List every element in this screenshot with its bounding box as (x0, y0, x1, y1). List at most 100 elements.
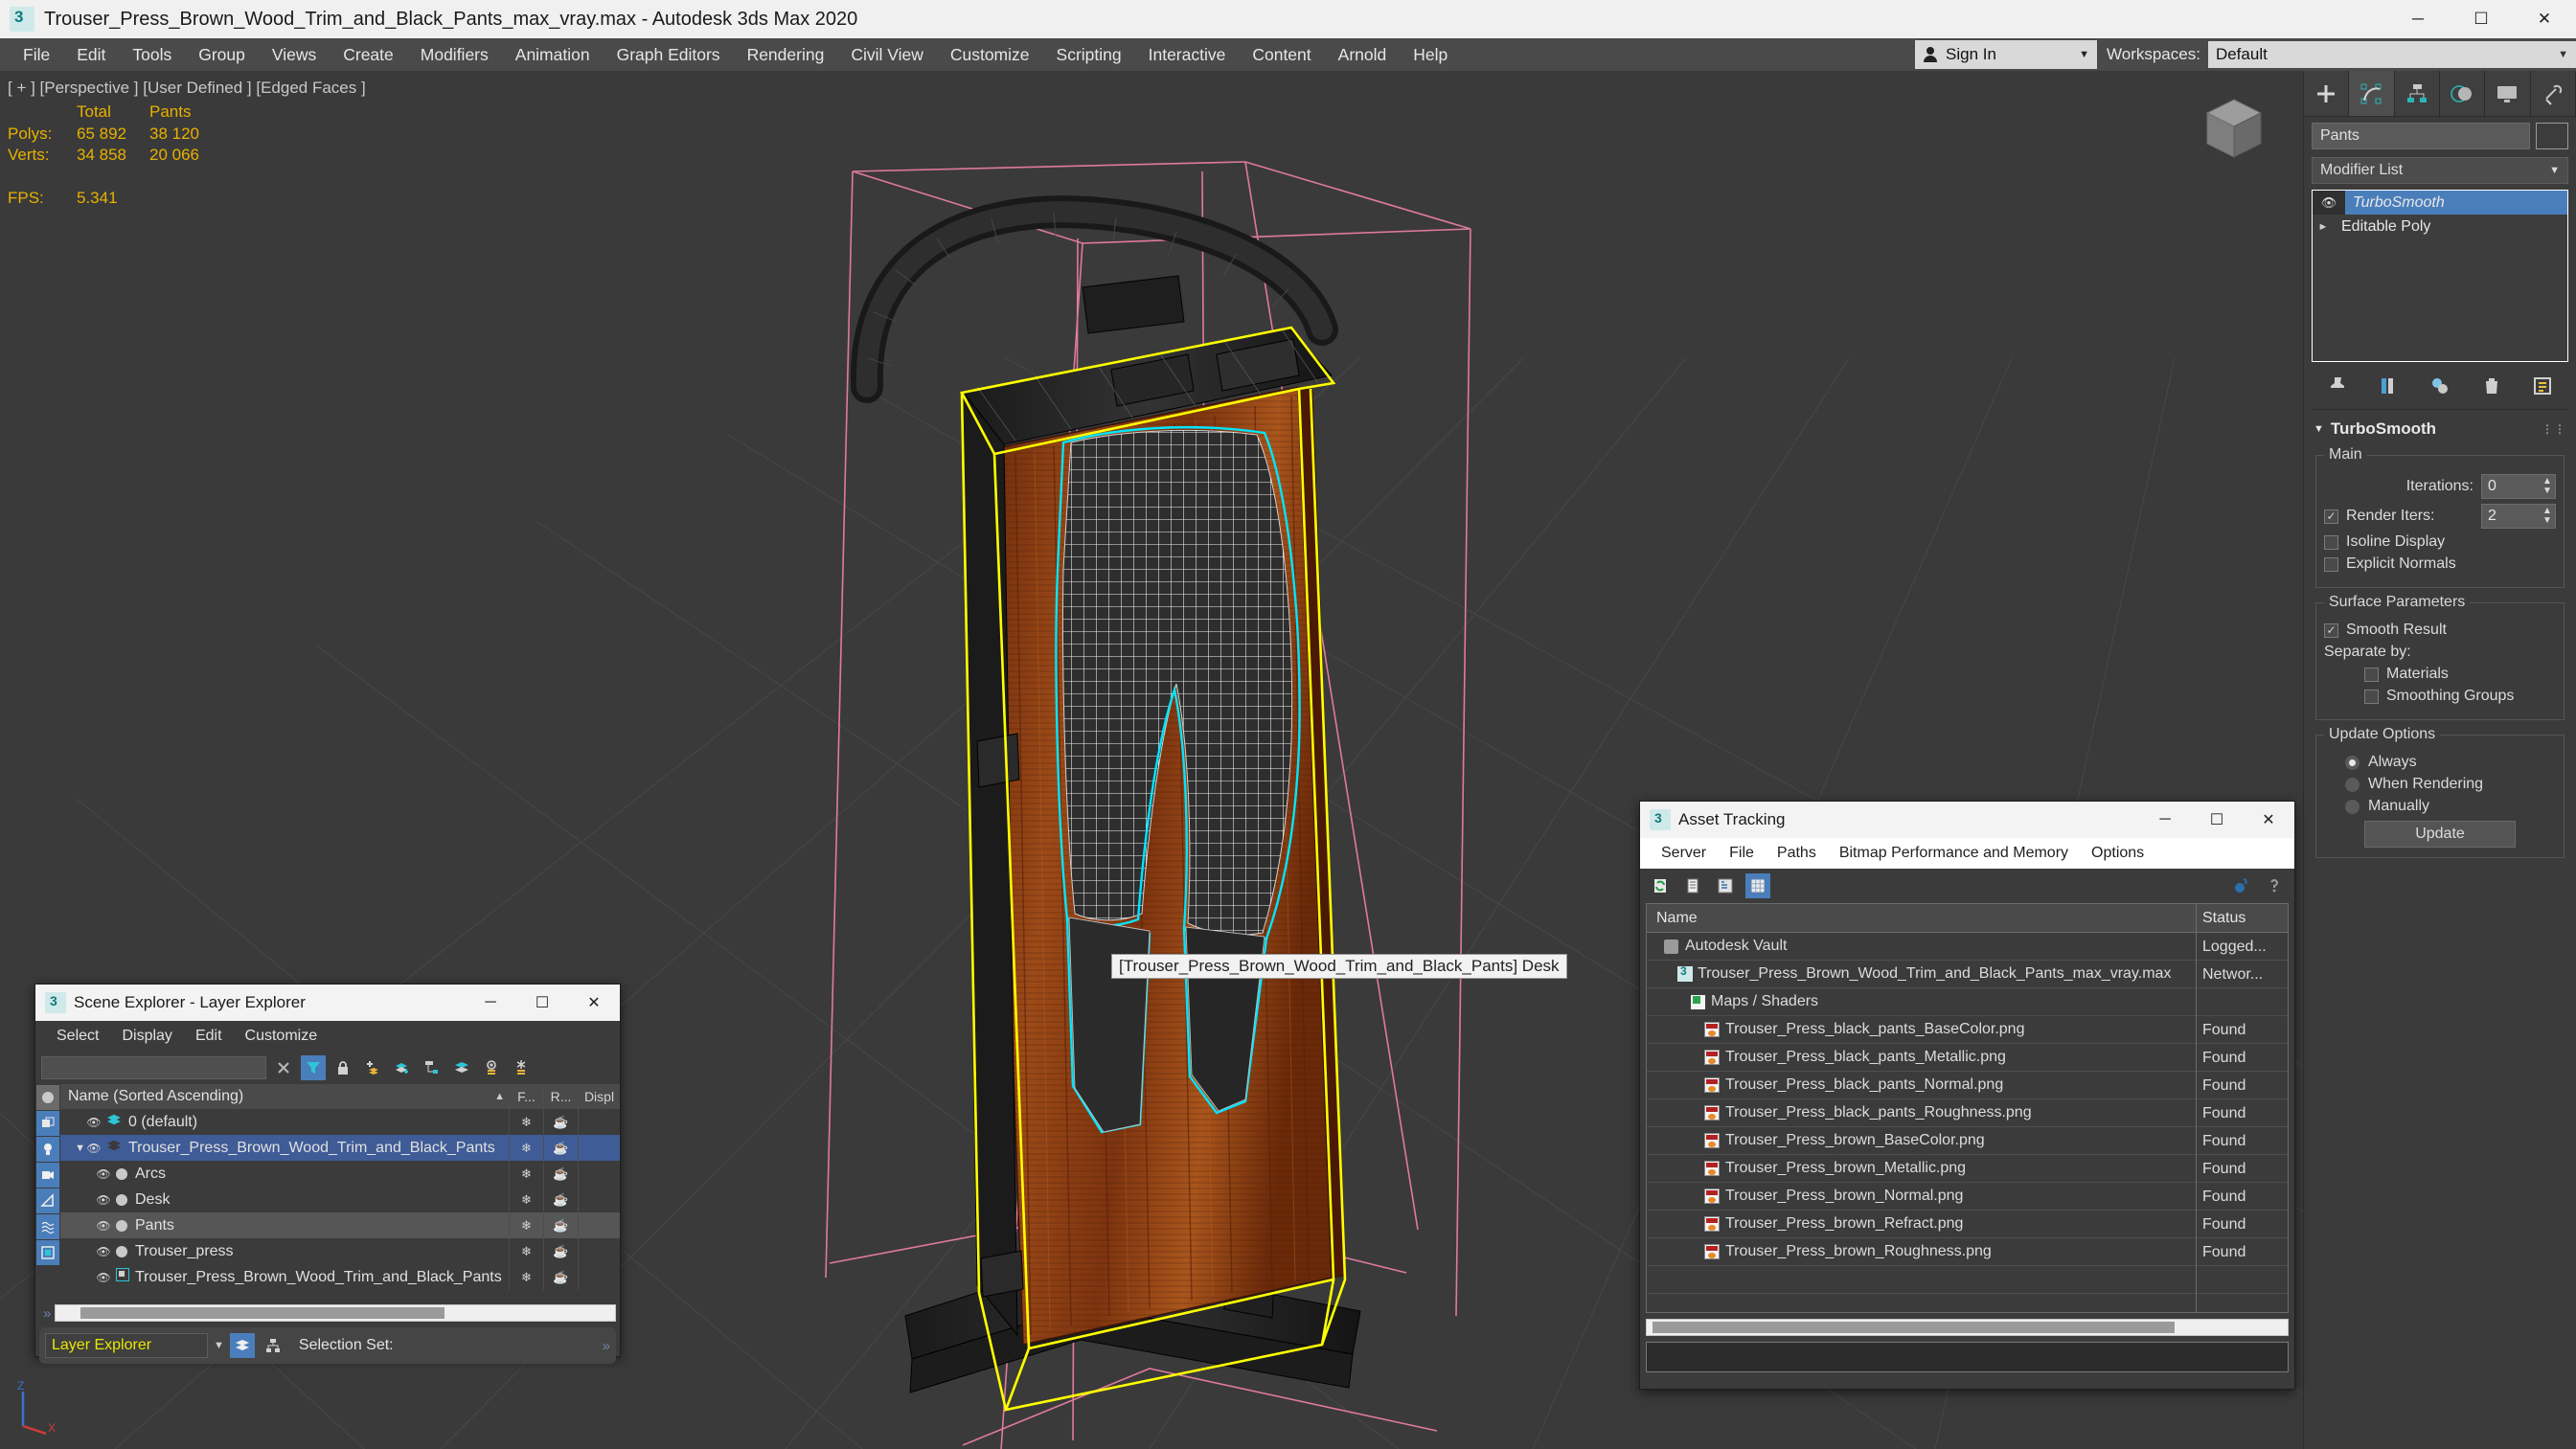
explicit-normals-row[interactable]: Explicit Normals (2324, 555, 2556, 573)
display-cell[interactable] (578, 1187, 620, 1212)
frozen-cell-icon[interactable]: ❄ (509, 1187, 543, 1212)
frozen-cell-icon[interactable]: ❄ (509, 1238, 543, 1264)
tree-row-trouser-press[interactable]: 👁 Trouser_press ❄ ☕ (60, 1238, 620, 1264)
horizontal-scrollbar[interactable] (55, 1304, 616, 1322)
render-iters-spinner[interactable]: 2 ▲ ▼ (2481, 504, 2556, 529)
render-cell-icon[interactable]: ☕ (543, 1109, 578, 1135)
menu-file[interactable]: File (1718, 843, 1766, 864)
materials-checkbox[interactable] (2364, 667, 2379, 682)
menu-customize[interactable]: Customize (937, 41, 1043, 69)
menu-civil-view[interactable]: Civil View (837, 41, 937, 69)
column-header-status[interactable]: Status (2196, 904, 2288, 933)
make-unique-icon[interactable] (2428, 374, 2451, 402)
column-header-frozen[interactable]: F... (509, 1084, 543, 1110)
expand-handle-icon[interactable]: » (39, 1305, 55, 1322)
filter-helpers-icon[interactable] (36, 1189, 59, 1213)
menu-group[interactable]: Group (185, 41, 259, 69)
spinner-arrows-icon[interactable]: ▲ ▼ (2540, 477, 2555, 496)
explorer-mode-combo[interactable]: Layer Explorer (45, 1333, 208, 1358)
eye-icon[interactable]: 👁 (95, 1245, 112, 1258)
frozen-cell-icon[interactable]: ❄ (509, 1135, 543, 1161)
display-cell[interactable] (578, 1238, 620, 1264)
asset-row-texture[interactable]: Trouser_Press_brown_BaseColor.png Found (1647, 1126, 2288, 1155)
scene-explorer-tree[interactable]: Name (Sorted Ascending) ▲ F... R... Disp… (60, 1084, 620, 1302)
render-cell-icon[interactable]: ☕ (543, 1187, 578, 1212)
menu-help[interactable]: Help (1400, 41, 1461, 69)
eye-icon[interactable]: 👁 (2313, 191, 2345, 215)
hierarchy-tab[interactable] (2394, 71, 2440, 116)
expander-icon[interactable]: ► (2313, 221, 2334, 233)
display-tab[interactable] (2485, 71, 2531, 116)
grid-view-icon[interactable] (1745, 873, 1770, 898)
isoline-display-row[interactable]: Isoline Display (2324, 533, 2556, 551)
display-cell[interactable] (578, 1264, 620, 1290)
rollup-header[interactable]: ▼ TurboSmooth ⋮⋮ (2310, 418, 2570, 441)
render-cell-icon[interactable]: ☕ (543, 1135, 578, 1161)
modifier-stack-item-editable-poly[interactable]: ► Editable Poly (2313, 215, 2567, 238)
column-header-display[interactable]: Displ (578, 1084, 620, 1110)
display-cell[interactable] (578, 1161, 620, 1187)
eye-icon[interactable]: 👁 (95, 1193, 112, 1207)
menu-interactive[interactable]: Interactive (1135, 41, 1240, 69)
maximize-button[interactable]: ☐ (516, 985, 568, 1021)
tree-row-layer-default[interactable]: 👁 0 (default) ❄ ☕ (60, 1109, 620, 1135)
render-cell-icon[interactable]: ☕ (543, 1161, 578, 1187)
asset-row-maps-shaders[interactable]: Maps / Shaders (1647, 987, 2288, 1016)
eye-icon[interactable]: 👁 (85, 1142, 103, 1155)
asset-row-autodesk-vault[interactable]: Autodesk Vault Logged... (1647, 932, 2288, 961)
scrollbar-thumb[interactable] (80, 1307, 445, 1319)
smoothing-groups-checkbox[interactable] (2364, 689, 2379, 704)
display-cell[interactable] (578, 1135, 620, 1161)
refresh-icon[interactable] (1648, 873, 1673, 898)
update-option-manually[interactable]: Manually (2324, 798, 2556, 815)
hide-icon[interactable] (479, 1055, 504, 1080)
frozen-cell-icon[interactable]: ❄ (509, 1109, 543, 1135)
modifier-stack-item-turbosmooth[interactable]: 👁 TurboSmooth (2313, 191, 2567, 215)
menu-options[interactable]: Options (2080, 843, 2155, 864)
object-name-field[interactable]: Pants (2312, 123, 2530, 149)
minimize-button[interactable]: ─ (2139, 802, 2191, 838)
asset-row-texture[interactable]: Trouser_Press_black_pants_Normal.png Fou… (1647, 1071, 2288, 1099)
view-cube[interactable] (2194, 90, 2274, 170)
minimize-button[interactable]: ─ (465, 985, 516, 1021)
asset-tracking-table[interactable]: Name Status Autodesk Vault Logged... Tro… (1646, 903, 2289, 1313)
menu-views[interactable]: Views (259, 41, 330, 69)
scene-explorer-mode-icon[interactable] (261, 1333, 285, 1358)
menu-arnold[interactable]: Arnold (1325, 41, 1401, 69)
render-cell-icon[interactable]: ☕ (543, 1212, 578, 1238)
column-header-name[interactable]: Name (1647, 910, 2196, 927)
minimize-button[interactable]: ─ (2386, 0, 2450, 38)
asset-status-field[interactable] (1646, 1342, 2289, 1372)
show-end-result-icon[interactable] (2377, 374, 2400, 402)
asset-row-texture[interactable]: Trouser_Press_brown_Normal.png Found (1647, 1182, 2288, 1211)
list-view-icon[interactable] (1680, 873, 1705, 898)
expander-icon[interactable]: ▼ (60, 1143, 85, 1154)
asset-row-texture[interactable]: Trouser_Press_black_pants_BaseColor.png … (1647, 1015, 2288, 1044)
menu-modifiers[interactable]: Modifiers (407, 41, 502, 69)
filter-icon[interactable] (301, 1055, 326, 1080)
add-selection-to-layer-icon[interactable] (390, 1055, 415, 1080)
menu-content[interactable]: Content (1239, 41, 1324, 69)
asset-row-texture[interactable]: Trouser_Press_black_pants_Metallic.png F… (1647, 1043, 2288, 1072)
explicit-normals-checkbox[interactable] (2324, 556, 2338, 572)
render-iters-checkbox[interactable]: ✓ (2324, 509, 2338, 524)
select-child-nodes-icon[interactable] (420, 1055, 445, 1080)
frozen-cell-icon[interactable]: ❄ (509, 1212, 543, 1238)
asset-horizontal-scrollbar[interactable] (1646, 1319, 2289, 1336)
render-cell-icon[interactable]: ☕ (543, 1238, 578, 1264)
scene-explorer-window[interactable]: Scene Explorer - Layer Explorer ─ ☐ ✕ Se… (34, 984, 621, 1364)
search-input[interactable] (41, 1056, 266, 1079)
menu-tools[interactable]: Tools (119, 41, 185, 69)
tree-row-arcs[interactable]: 👁 Arcs ❄ ☕ (60, 1161, 620, 1187)
column-header-name[interactable]: Name (Sorted Ascending) (60, 1088, 494, 1105)
freeze-icon[interactable] (509, 1055, 534, 1080)
asset-row-max-file[interactable]: Trouser_Press_Brown_Wood_Trim_and_Black_… (1647, 960, 2288, 988)
scrollbar-thumb[interactable] (1653, 1322, 2175, 1333)
update-button[interactable]: Update (2364, 821, 2516, 848)
eye-icon[interactable]: 👁 (95, 1219, 112, 1233)
asset-row-texture[interactable]: Trouser_Press_brown_Metallic.png Found (1647, 1154, 2288, 1183)
pin-stack-icon[interactable] (2326, 374, 2349, 402)
maximize-button[interactable]: ☐ (2191, 802, 2243, 838)
lock-icon[interactable] (331, 1055, 355, 1080)
menu-create[interactable]: Create (330, 41, 407, 69)
